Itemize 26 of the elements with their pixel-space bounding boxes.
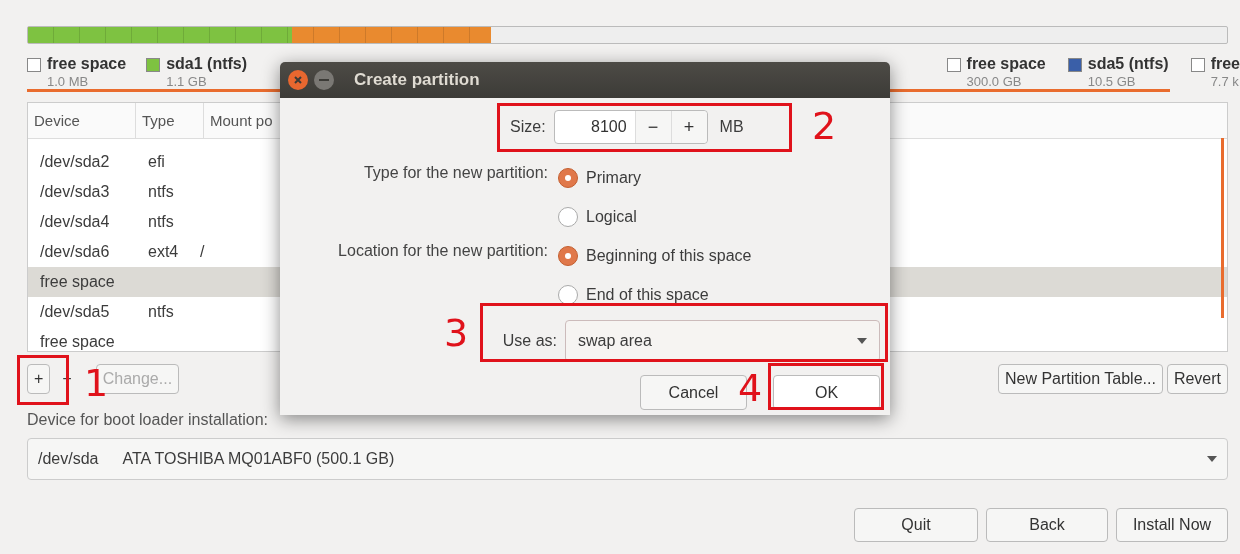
option-label: Beginning of this space bbox=[586, 245, 752, 266]
annotation-number: 3 bbox=[444, 313, 469, 353]
field-label: Device for boot loader installation: bbox=[27, 410, 270, 430]
legend-label: sda5 (ntfs) bbox=[1087, 54, 1169, 74]
dropdown-value: /dev/sda bbox=[38, 449, 99, 469]
legend-size: 300.0 GB bbox=[966, 74, 1023, 89]
legend-size: 1.1 GB bbox=[166, 74, 208, 89]
legend-label: free bbox=[1210, 54, 1240, 74]
field-label: Location for the new partition: bbox=[337, 241, 549, 261]
dropdown-value: swap area bbox=[578, 331, 652, 351]
legend-label: free space bbox=[47, 54, 127, 74]
field-label: Size: bbox=[510, 117, 546, 137]
legend-size: 7.7 k bbox=[1210, 74, 1240, 89]
annotation-number: 2 bbox=[812, 106, 837, 146]
option-label: Primary bbox=[586, 167, 642, 188]
legend-size: 10.5 GB bbox=[1087, 74, 1137, 89]
option-label: End of this space bbox=[586, 284, 709, 305]
field-label: Use as: bbox=[502, 331, 557, 351]
window-title: Create partition bbox=[354, 69, 480, 92]
option-label: Logical bbox=[586, 206, 637, 227]
legend-size: 1.0 MB bbox=[47, 74, 90, 89]
unit-label: MB bbox=[719, 117, 744, 137]
field-label: Type for the new partition: bbox=[362, 163, 549, 183]
dropdown-description: ATA TOSHIBA MQ01ABF0 (500.1 GB) bbox=[122, 449, 395, 469]
legend-label: sda1 (ntfs) bbox=[166, 54, 248, 74]
legend-label: free space bbox=[966, 54, 1046, 74]
